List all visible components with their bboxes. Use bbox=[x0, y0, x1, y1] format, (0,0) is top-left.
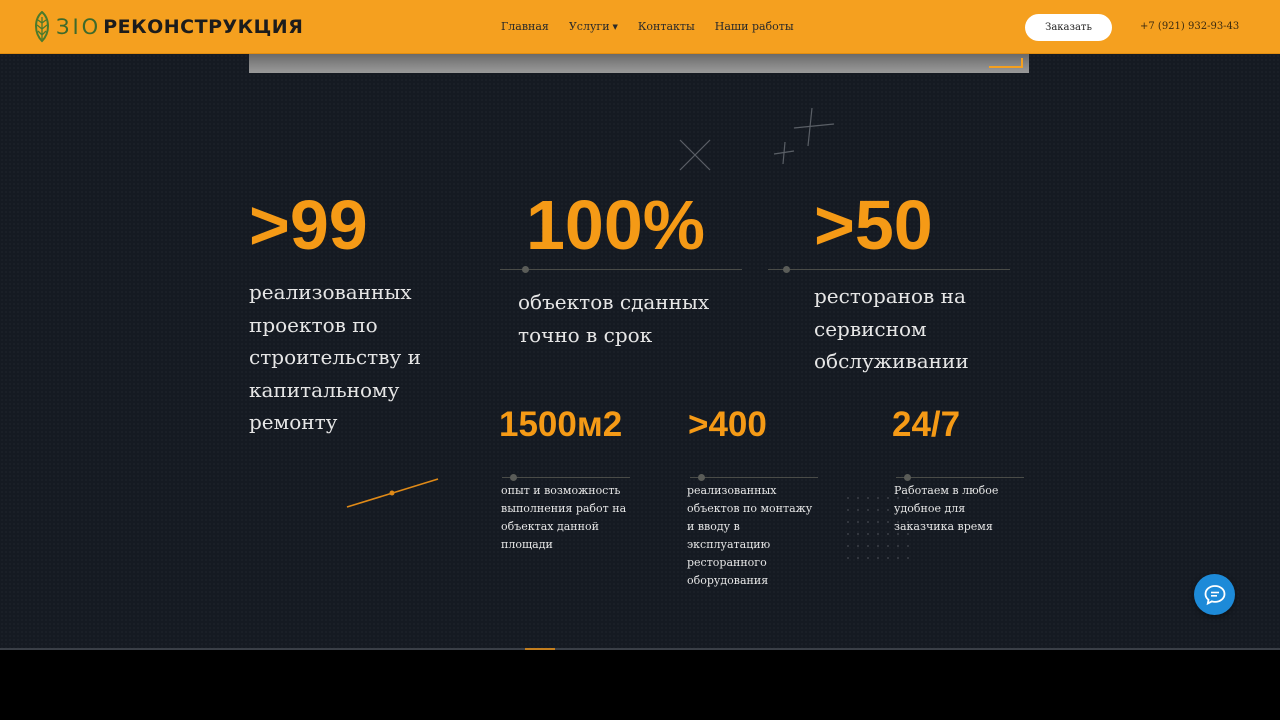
divider-dot bbox=[522, 266, 529, 273]
stat-divider bbox=[502, 474, 630, 481]
stats-section bbox=[0, 54, 1280, 648]
caret-down-icon: ▼ bbox=[612, 23, 618, 31]
divider-dot bbox=[904, 474, 911, 481]
logo-wordmark: РЕКОНСТРУКЦИЯ bbox=[103, 16, 304, 38]
stat-divider bbox=[768, 266, 1010, 273]
stat-value: 24/7 bbox=[892, 405, 961, 444]
divider-dot bbox=[698, 474, 705, 481]
stat-value: >50 bbox=[814, 186, 933, 264]
corner-accent bbox=[989, 58, 1023, 68]
order-button[interactable]: Заказать bbox=[1025, 14, 1112, 41]
stat-divider bbox=[500, 266, 742, 273]
stat-description: реализованных проектов по строительству … bbox=[249, 280, 421, 434]
chat-widget-button[interactable] bbox=[1194, 574, 1235, 615]
nav-item-contacts[interactable]: Контакты bbox=[638, 20, 695, 33]
chat-bubble-icon bbox=[1204, 584, 1225, 605]
leaf-logo-icon bbox=[35, 11, 49, 43]
stat-value: >400 bbox=[688, 405, 767, 444]
stat-divider bbox=[690, 474, 818, 481]
stat-value: >99 bbox=[249, 186, 368, 264]
logo-prefix: ЗIО bbox=[56, 15, 102, 39]
nav-label: Главная bbox=[501, 20, 549, 33]
divider-dot bbox=[783, 266, 790, 273]
stat-description: реализованных объектов по монтажу и ввод… bbox=[687, 484, 813, 587]
stat-value: 100% bbox=[526, 186, 706, 264]
stat-description: объектов сданных точно в срок bbox=[518, 290, 710, 347]
stat-description: Работаем в любое удобное для заказчика в… bbox=[894, 484, 999, 533]
stat-description: опыт и возможность выполнения работ на о… bbox=[501, 484, 627, 551]
nav-label: Наши работы bbox=[714, 20, 794, 33]
nav-item-works[interactable]: Наши работы bbox=[715, 20, 794, 33]
divider-dot bbox=[510, 474, 517, 481]
main-nav: Главная Услуги ▼ Контакты Наши работы bbox=[501, 20, 814, 33]
stat-divider bbox=[896, 474, 1024, 481]
nav-item-home[interactable]: Главная bbox=[501, 20, 549, 33]
nav-item-services[interactable]: Услуги ▼ bbox=[569, 20, 618, 33]
cross-decoration-icon bbox=[679, 139, 711, 171]
stat-description: ресторанов на сервисном обслуживании bbox=[814, 284, 969, 373]
bottom-accent bbox=[525, 648, 555, 650]
nav-label: Услуги bbox=[568, 20, 610, 33]
hero-image-edge bbox=[249, 54, 1029, 73]
orange-line-decoration bbox=[346, 478, 439, 508]
site-logo[interactable]: ЗIО РЕКОНСТРУКЦИЯ bbox=[32, 8, 303, 46]
section-bottom-edge bbox=[0, 648, 1280, 650]
nav-label: Контакты bbox=[637, 20, 695, 33]
site-header: ЗIО РЕКОНСТРУКЦИЯ Главная Услуги ▼ Конта… bbox=[0, 0, 1280, 54]
cross-decoration-icon bbox=[773, 107, 835, 165]
stat-value: 1500м2 bbox=[499, 405, 623, 444]
phone-link[interactable]: +7 (921) 932-93-43 bbox=[1140, 21, 1239, 32]
